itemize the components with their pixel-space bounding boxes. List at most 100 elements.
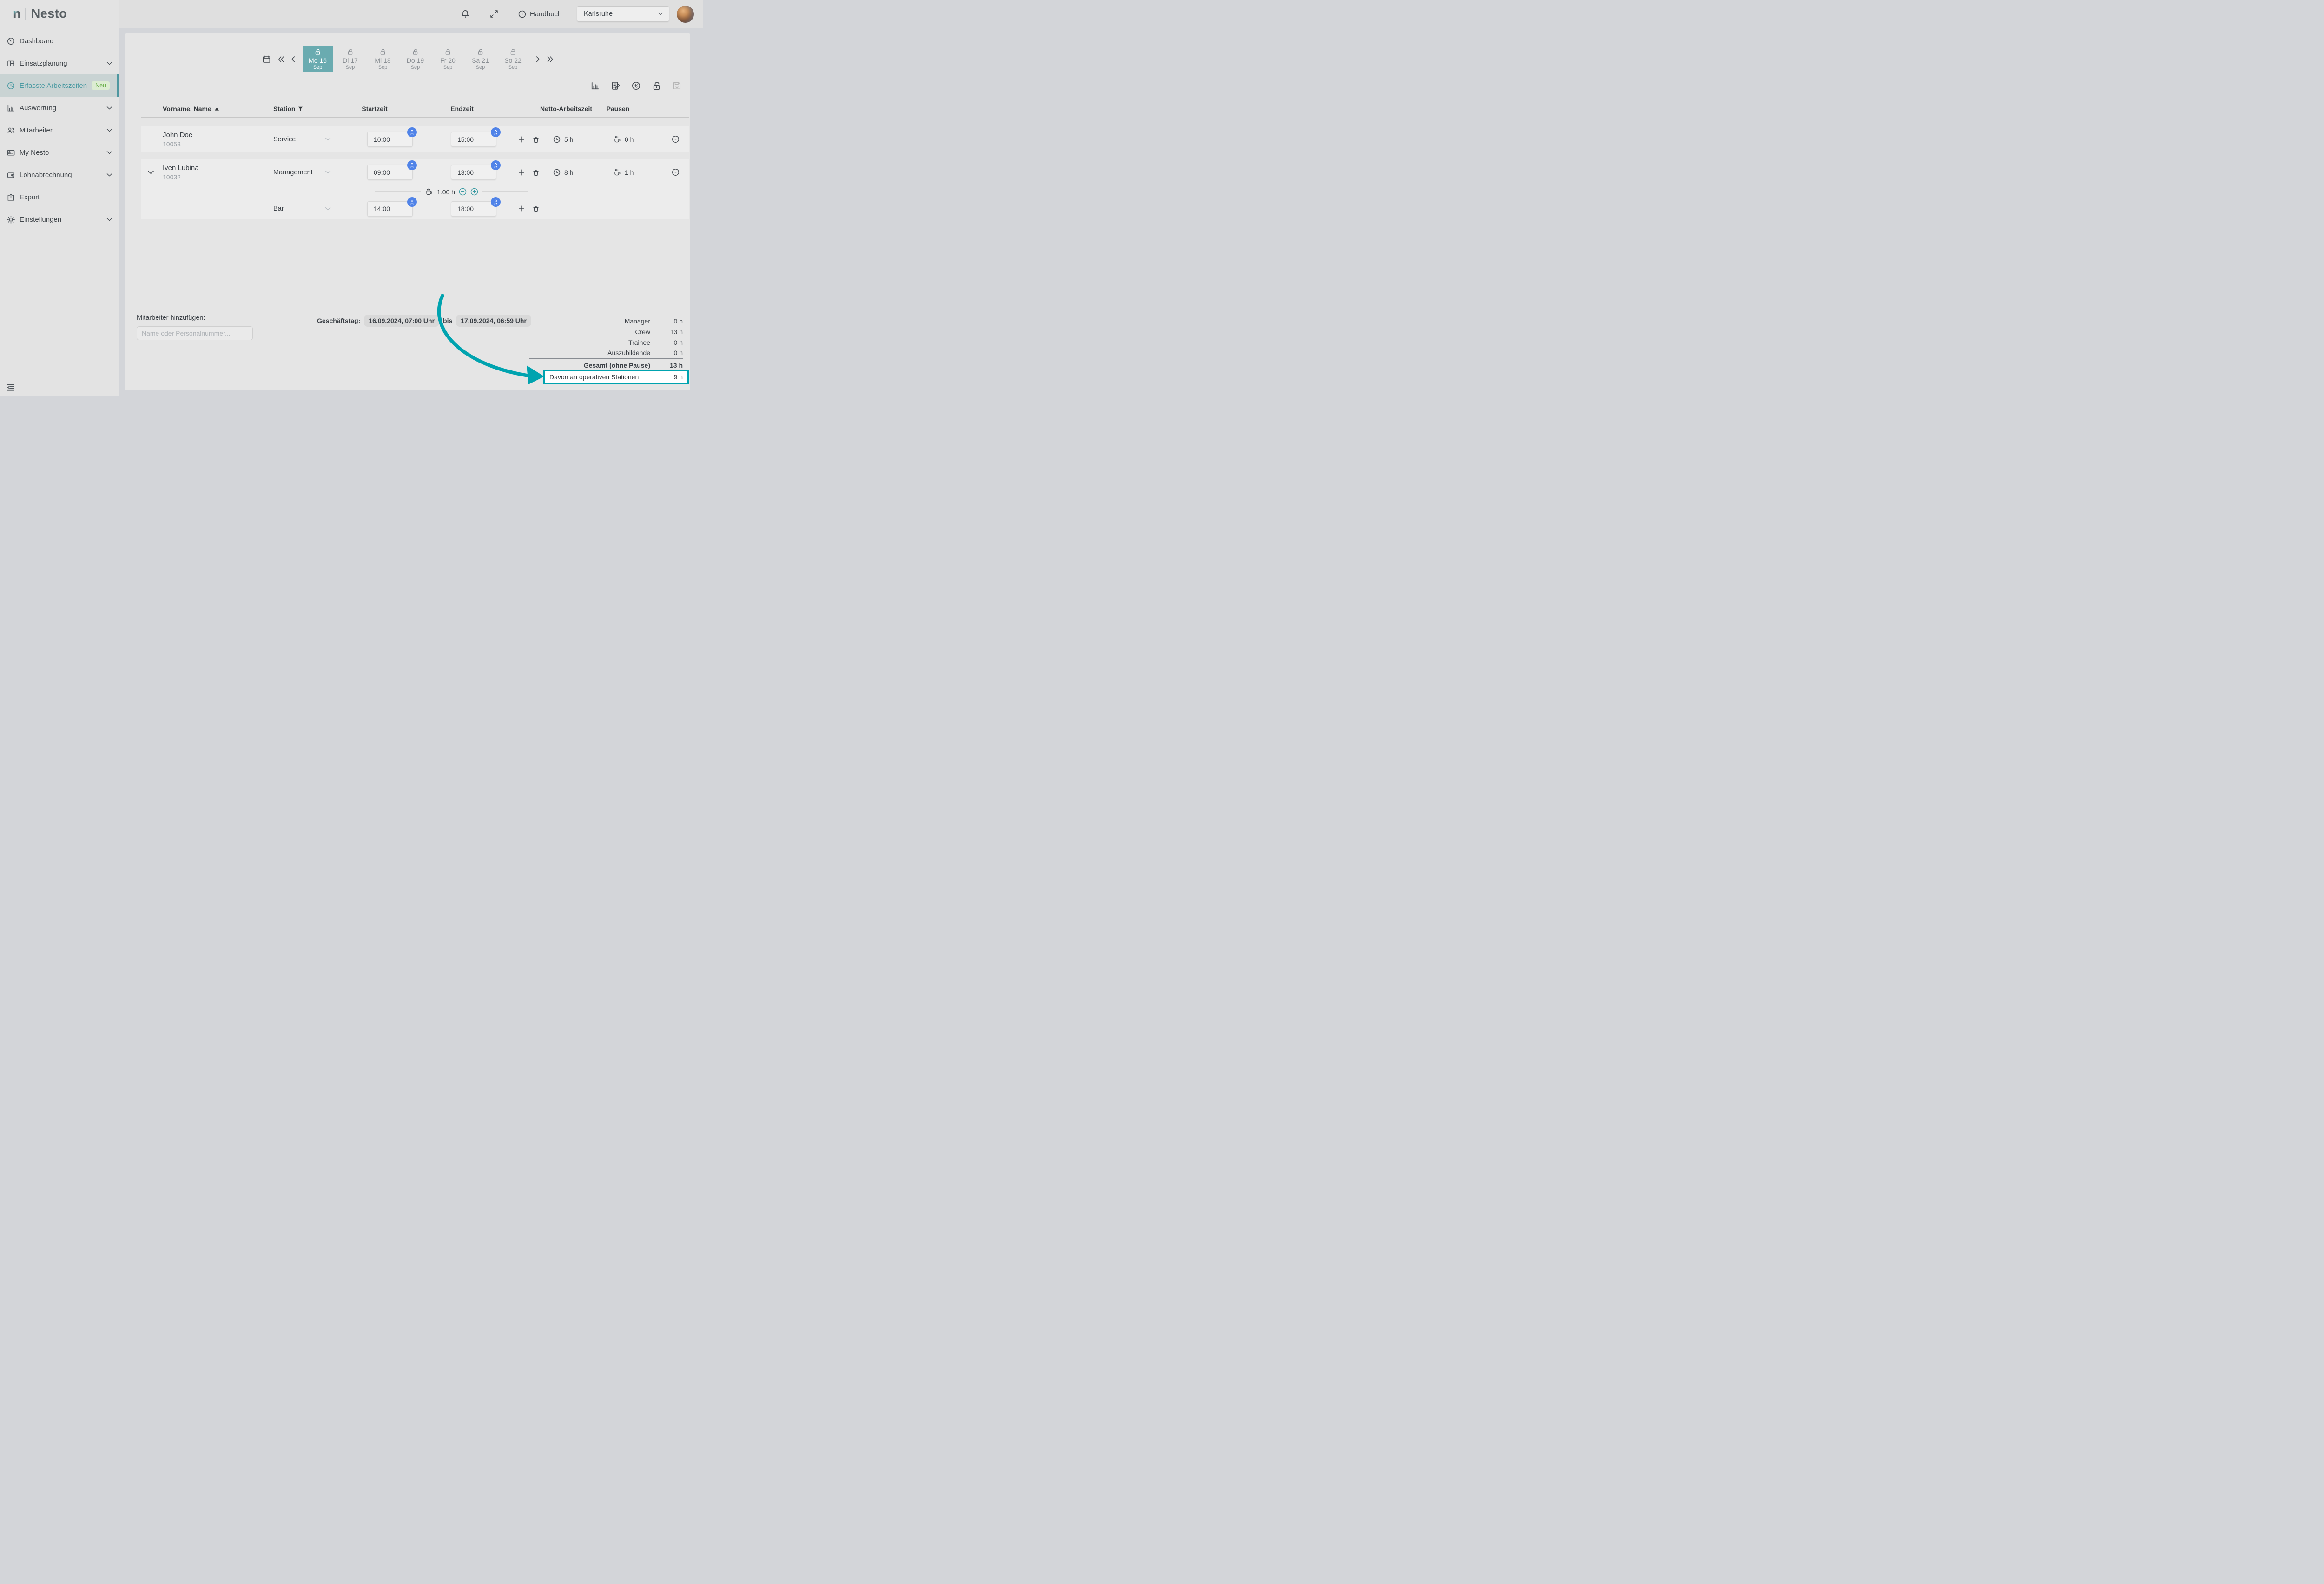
sidebar-item-lohnabrechnung[interactable]: Lohnabrechnung: [0, 164, 119, 186]
day-tab-mi-18[interactable]: Mi 18 Sep: [368, 46, 398, 72]
prev-week-button[interactable]: [277, 56, 284, 63]
chevron-down-icon: [106, 218, 112, 222]
add-entry-button[interactable]: [518, 205, 525, 212]
station-value: Service: [273, 136, 296, 143]
business-day-to-chip[interactable]: 17.09.2024, 06:59 Uhr: [456, 315, 531, 327]
sidebar-menu: Dashboard Einsatzplanung Erfasste Arbeit…: [0, 30, 119, 231]
start-time-input[interactable]: [368, 205, 412, 212]
column-header-label: Netto-Arbeitszeit: [540, 105, 592, 112]
add-employee-input[interactable]: [137, 326, 253, 340]
expand-row-cell: [141, 159, 160, 185]
column-header-pausen: Pausen: [589, 105, 647, 112]
sidebar-item-auswertung[interactable]: Auswertung: [0, 97, 119, 119]
next-day-button[interactable]: [534, 56, 541, 63]
column-header-label: Station: [273, 105, 295, 112]
chevron-down-icon: [325, 207, 331, 211]
handbuch-label: Handbuch: [530, 10, 561, 18]
day-tab-sa-21[interactable]: Sa 21 Sep: [466, 46, 495, 72]
total-row-auszubildende: Auszubildende 0 h: [529, 348, 683, 358]
day-label: So 22: [504, 57, 522, 64]
sidebar-item-label: Einsatzplanung: [20, 59, 67, 67]
end-time-input[interactable]: [451, 169, 496, 176]
unlock-day-button[interactable]: [652, 81, 661, 91]
add-employee-block: Mitarbeiter hinzufügen:: [137, 314, 253, 340]
end-time-input[interactable]: [451, 136, 496, 143]
decrease-pause-button[interactable]: [459, 188, 467, 196]
column-header-name[interactable]: Vorname, Name: [160, 105, 269, 112]
next-week-button[interactable]: [547, 56, 554, 63]
euro-costs-button[interactable]: [631, 81, 641, 91]
expand-row-button[interactable]: [147, 170, 154, 175]
unlocked-padlock-icon: [444, 48, 451, 55]
delete-entry-button[interactable]: [532, 205, 540, 212]
sidebar-item-einsatzplanung[interactable]: Einsatzplanung: [0, 52, 119, 74]
sidebar-item-mitarbeiter[interactable]: Mitarbeiter: [0, 119, 119, 141]
day-tab-mo-16[interactable]: Mo 16 Sep: [303, 46, 333, 72]
recorded-by-employee-badge[interactable]: [491, 197, 501, 207]
comment-bubble-button[interactable]: [671, 168, 680, 177]
sidebar-item-export[interactable]: Export: [0, 186, 119, 208]
delete-entry-button[interactable]: [532, 169, 540, 176]
recorded-by-employee-badge[interactable]: [407, 127, 417, 137]
edit-protocol-button[interactable]: [611, 81, 621, 91]
sidebar-item-my-nesto[interactable]: My Nesto: [0, 141, 119, 164]
add-entry-button[interactable]: [518, 136, 525, 143]
person-icon: [493, 162, 499, 168]
gear-icon: [7, 215, 15, 224]
user-avatar[interactable]: [677, 6, 694, 23]
total-value: 13 h: [650, 328, 683, 336]
day-label: Fr 20: [440, 57, 456, 64]
recorded-by-employee-badge[interactable]: [491, 127, 501, 137]
start-time-box: [367, 132, 413, 147]
nesto-logo: n|Nesto: [13, 6, 67, 21]
net-worktime-cell: 5 h: [553, 126, 613, 152]
station-select[interactable]: Management: [269, 159, 350, 185]
recorded-by-employee-badge[interactable]: [407, 160, 417, 170]
add-entry-button[interactable]: [518, 169, 525, 176]
day-label: Do 19: [407, 57, 424, 64]
comment-cell: [671, 159, 689, 185]
sidebar-item-label: Erfasste Arbeitszeiten: [20, 82, 87, 90]
start-time-input[interactable]: [368, 169, 412, 176]
logo-divider: |: [24, 6, 28, 21]
collapse-sidebar-button[interactable]: [6, 383, 15, 392]
sidebar-item-erfasste-arbeitszeiten[interactable]: Erfasste Arbeitszeiten Neu: [0, 74, 119, 97]
sidebar-item-dashboard[interactable]: Dashboard: [0, 30, 119, 52]
station-select[interactable]: Bar: [269, 198, 350, 219]
sidebar-item-label: Auswertung: [20, 104, 56, 112]
date-navigation: Mo 16 Sep Di 17 Sep Mi 18 Sep Do 19 Sep …: [125, 46, 690, 72]
day-tab-fr-20[interactable]: Fr 20 Sep: [433, 46, 463, 72]
fullscreen-button[interactable]: [489, 9, 499, 19]
start-time-cell: [350, 126, 429, 152]
increase-pause-button[interactable]: [470, 188, 478, 196]
person-icon: [493, 199, 499, 205]
delete-entry-button[interactable]: [532, 136, 540, 143]
pause-duration-value: 1:00 h: [437, 188, 455, 196]
column-header-endzeit: Endzeit: [418, 105, 506, 112]
recorded-by-employee-badge[interactable]: [491, 160, 501, 170]
calendar-picker-button[interactable]: [262, 55, 271, 64]
comment-bubble-button[interactable]: [671, 135, 680, 144]
end-time-box: [451, 132, 496, 147]
day-tab-do-19[interactable]: Do 19 Sep: [401, 46, 430, 72]
people-icon: [7, 126, 15, 135]
end-time-input[interactable]: [451, 205, 496, 212]
prev-day-button[interactable]: [290, 56, 297, 63]
column-header-startzeit: Startzeit: [335, 105, 414, 112]
business-day-to: 17.09.2024, 06:59 Uhr: [461, 317, 527, 324]
day-tab-so-22[interactable]: So 22 Sep: [498, 46, 528, 72]
wallet-icon: [7, 171, 15, 179]
column-header-label: Pausen: [607, 105, 630, 112]
table-row-john-doe: John Doe 10053 Service 5 h: [141, 126, 689, 152]
location-select[interactable]: Karlsruhe: [577, 6, 669, 22]
recorded-by-employee-badge[interactable]: [407, 197, 417, 207]
start-time-input[interactable]: [368, 136, 412, 143]
total-row-trainee: Trainee 0 h: [529, 337, 683, 348]
notifications-bell-button[interactable]: [461, 9, 470, 19]
handbuch-link[interactable]: Handbuch: [518, 8, 561, 20]
day-tab-di-17[interactable]: Di 17 Sep: [336, 46, 365, 72]
station-select[interactable]: Service: [269, 126, 350, 152]
sidebar-item-einstellungen[interactable]: Einstellungen: [0, 208, 119, 231]
statistics-button[interactable]: [590, 81, 600, 91]
business-day-from-chip[interactable]: 16.09.2024, 07:00 Uhr: [364, 315, 439, 327]
